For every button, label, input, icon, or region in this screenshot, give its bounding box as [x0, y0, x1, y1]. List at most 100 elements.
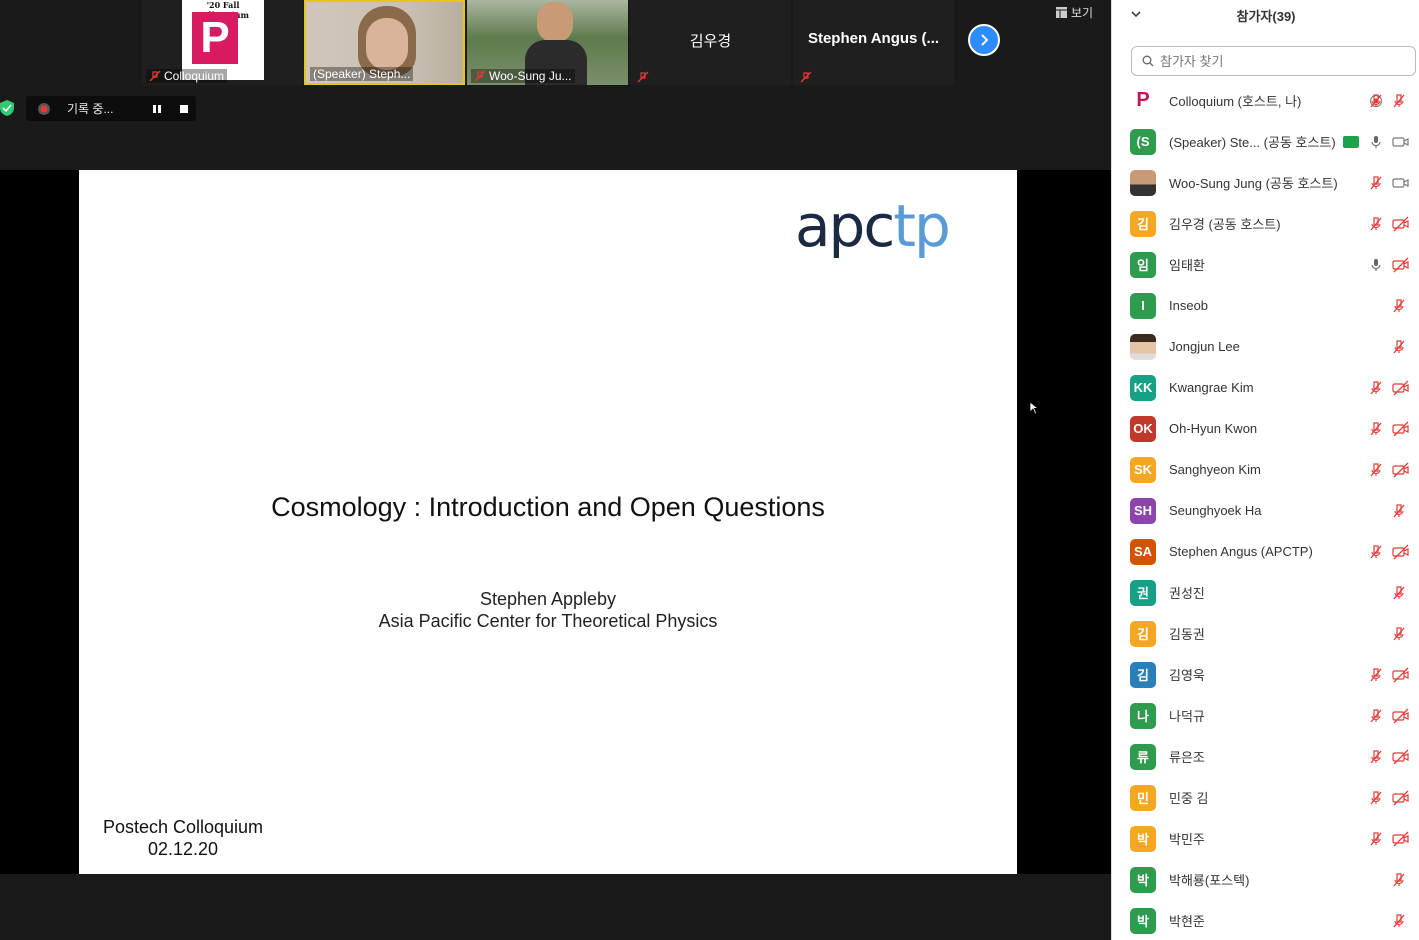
participant-search[interactable] [1131, 46, 1416, 76]
slide-footer: Postech Colloquium 02.12.20 [89, 816, 277, 860]
participant-row[interactable]: 김 김영욱 [1112, 654, 1419, 695]
avatar: 박 [1130, 907, 1156, 934]
participant-row[interactable]: 권 권성진 [1112, 572, 1419, 613]
mic-off-icon[interactable] [1391, 298, 1411, 314]
video-off-icon[interactable] [1391, 790, 1411, 806]
mic-off-icon[interactable] [1391, 626, 1411, 642]
pause-recording-icon[interactable] [152, 104, 162, 114]
mic-off-icon[interactable] [1368, 93, 1384, 109]
tile-label: Colloquium [146, 69, 228, 83]
mic-off-icon[interactable] [1391, 913, 1411, 929]
participant-name: 민중 김 [1169, 791, 1209, 806]
mic-off-icon[interactable] [1368, 749, 1384, 765]
mic-off-icon[interactable] [1391, 503, 1411, 519]
video-icon[interactable] [1391, 134, 1411, 150]
chevron-right-icon [981, 34, 989, 46]
participant-row[interactable]: 류 류은조 [1112, 736, 1419, 777]
tile-label: (Speaker) Steph... [310, 67, 414, 81]
video-off-icon[interactable] [1391, 544, 1411, 560]
avatar [1130, 169, 1156, 196]
mic-off-icon[interactable] [1368, 831, 1384, 847]
participant-row[interactable]: SK Sanghyeon Kim [1112, 449, 1419, 490]
video-off-icon[interactable] [1391, 257, 1411, 273]
search-input[interactable] [1160, 53, 1400, 69]
participant-row[interactable]: Woo-Sung Jung (공동 호스트) [1112, 162, 1419, 203]
video-off-icon[interactable] [1391, 708, 1411, 724]
participant-row[interactable]: 박 박해룡(포스텍) [1112, 859, 1419, 900]
mic-off-icon[interactable] [1368, 380, 1384, 396]
participant-row[interactable]: 김 김동권 [1112, 613, 1419, 654]
mic-off-icon[interactable] [1391, 93, 1411, 109]
view-button[interactable]: 보기 [1056, 4, 1093, 21]
event-name: Postech Colloquium [102, 817, 264, 837]
participant-name: Stephen Angus (APCTP) [1169, 544, 1313, 559]
participant-name: Inseob [1169, 298, 1209, 313]
participant-row[interactable]: OK Oh-Hyun Kwon [1112, 408, 1419, 449]
participant-row[interactable]: 임 임태환 [1112, 244, 1419, 285]
participant-name: 박해룡(포스텍) [1169, 873, 1250, 888]
mic-off-icon[interactable] [1368, 708, 1384, 724]
avatar: 권 [1130, 579, 1156, 606]
video-icon[interactable] [1391, 175, 1411, 191]
participant-row[interactable]: 민 민중 김 [1112, 777, 1419, 818]
participant-row[interactable]: 나 나덕규 [1112, 695, 1419, 736]
avatar: 김 [1130, 210, 1156, 237]
tile-name-center: 김우경 [689, 33, 732, 50]
avatar: 김 [1130, 620, 1156, 647]
mic-off-icon[interactable] [1368, 421, 1384, 437]
participant-row[interactable]: 김 김우경 (공동 호스트) [1112, 203, 1419, 244]
participant-row[interactable]: 박 박민주 [1112, 818, 1419, 859]
participant-row[interactable]: P Colloquium (호스트, 나) [1112, 80, 1419, 121]
avatar: SH [1130, 497, 1156, 524]
avatar: I [1130, 292, 1156, 319]
next-page-button[interactable] [968, 24, 1000, 56]
video-off-icon[interactable] [1391, 421, 1411, 437]
stop-recording-icon[interactable] [179, 104, 189, 114]
grid-view-icon [1056, 7, 1067, 18]
video-tile-kimwookyung[interactable]: 김우경 [630, 0, 791, 85]
participant-row[interactable]: SH Seunghyoek Ha [1112, 490, 1419, 531]
mic-off-icon[interactable] [1391, 585, 1411, 601]
video-off-icon[interactable] [1391, 380, 1411, 396]
mic-off-icon[interactable] [1368, 175, 1384, 191]
speaker-info: Stephen Appleby Asia Pacific Center for … [79, 588, 1017, 632]
event-date: 02.12.20 [147, 839, 219, 859]
video-tile-woosung[interactable]: Woo-Sung Ju... [467, 0, 628, 85]
video-off-icon[interactable] [1391, 749, 1411, 765]
mic-icon[interactable] [1368, 257, 1384, 273]
mic-off-icon[interactable] [1368, 790, 1384, 806]
participant-row[interactable]: I Inseob [1112, 285, 1419, 326]
security-shield-icon[interactable] [0, 100, 14, 116]
avatar: SK [1130, 456, 1156, 483]
mouse-cursor-icon [1029, 401, 1039, 415]
video-off-icon[interactable] [1391, 462, 1411, 478]
mic-icon[interactable] [1368, 134, 1384, 150]
participant-row[interactable]: SA Stephen Angus (APCTP) [1112, 531, 1419, 572]
mic-off-icon[interactable] [1368, 462, 1384, 478]
video-off-icon[interactable] [1391, 667, 1411, 683]
participant-row[interactable]: KK Kwangrae Kim [1112, 367, 1419, 408]
speaker-name: Stephen Appleby [479, 589, 617, 609]
mic-off-icon[interactable] [1368, 667, 1384, 683]
participant-row[interactable]: (S (Speaker) Ste... (공동 호스트) [1112, 121, 1419, 162]
participant-name: Seunghyoek Ha [1169, 503, 1262, 518]
avatar: 김 [1130, 661, 1156, 688]
panel-header: 참가자(39) [1112, 0, 1419, 36]
mic-off-icon[interactable] [1391, 339, 1411, 355]
shared-screen: apctp Cosmology : Introduction and Open … [0, 170, 1111, 874]
avatar: 박 [1130, 825, 1156, 852]
video-off-icon[interactable] [1391, 831, 1411, 847]
video-tile-colloquium[interactable]: '20 Fall Colloquium P Colloquium [142, 0, 303, 85]
participant-row[interactable]: 박 박현준 [1112, 900, 1419, 940]
panel-title: 참가자(39) [1236, 9, 1296, 24]
slide-title: Cosmology : Introduction and Open Questi… [271, 492, 825, 522]
mic-off-icon[interactable] [1368, 216, 1384, 232]
video-tile-speaker[interactable]: (Speaker) Steph... [304, 0, 465, 85]
participant-name: 김동권 [1169, 627, 1205, 642]
video-tile-stephen-angus[interactable]: Stephen Angus (... [793, 0, 954, 85]
mic-off-icon[interactable] [1391, 872, 1411, 888]
mic-off-icon[interactable] [1368, 544, 1384, 560]
video-off-icon[interactable] [1391, 216, 1411, 232]
participant-row[interactable]: Jongjun Lee [1112, 326, 1419, 367]
woosung-face [537, 2, 573, 42]
